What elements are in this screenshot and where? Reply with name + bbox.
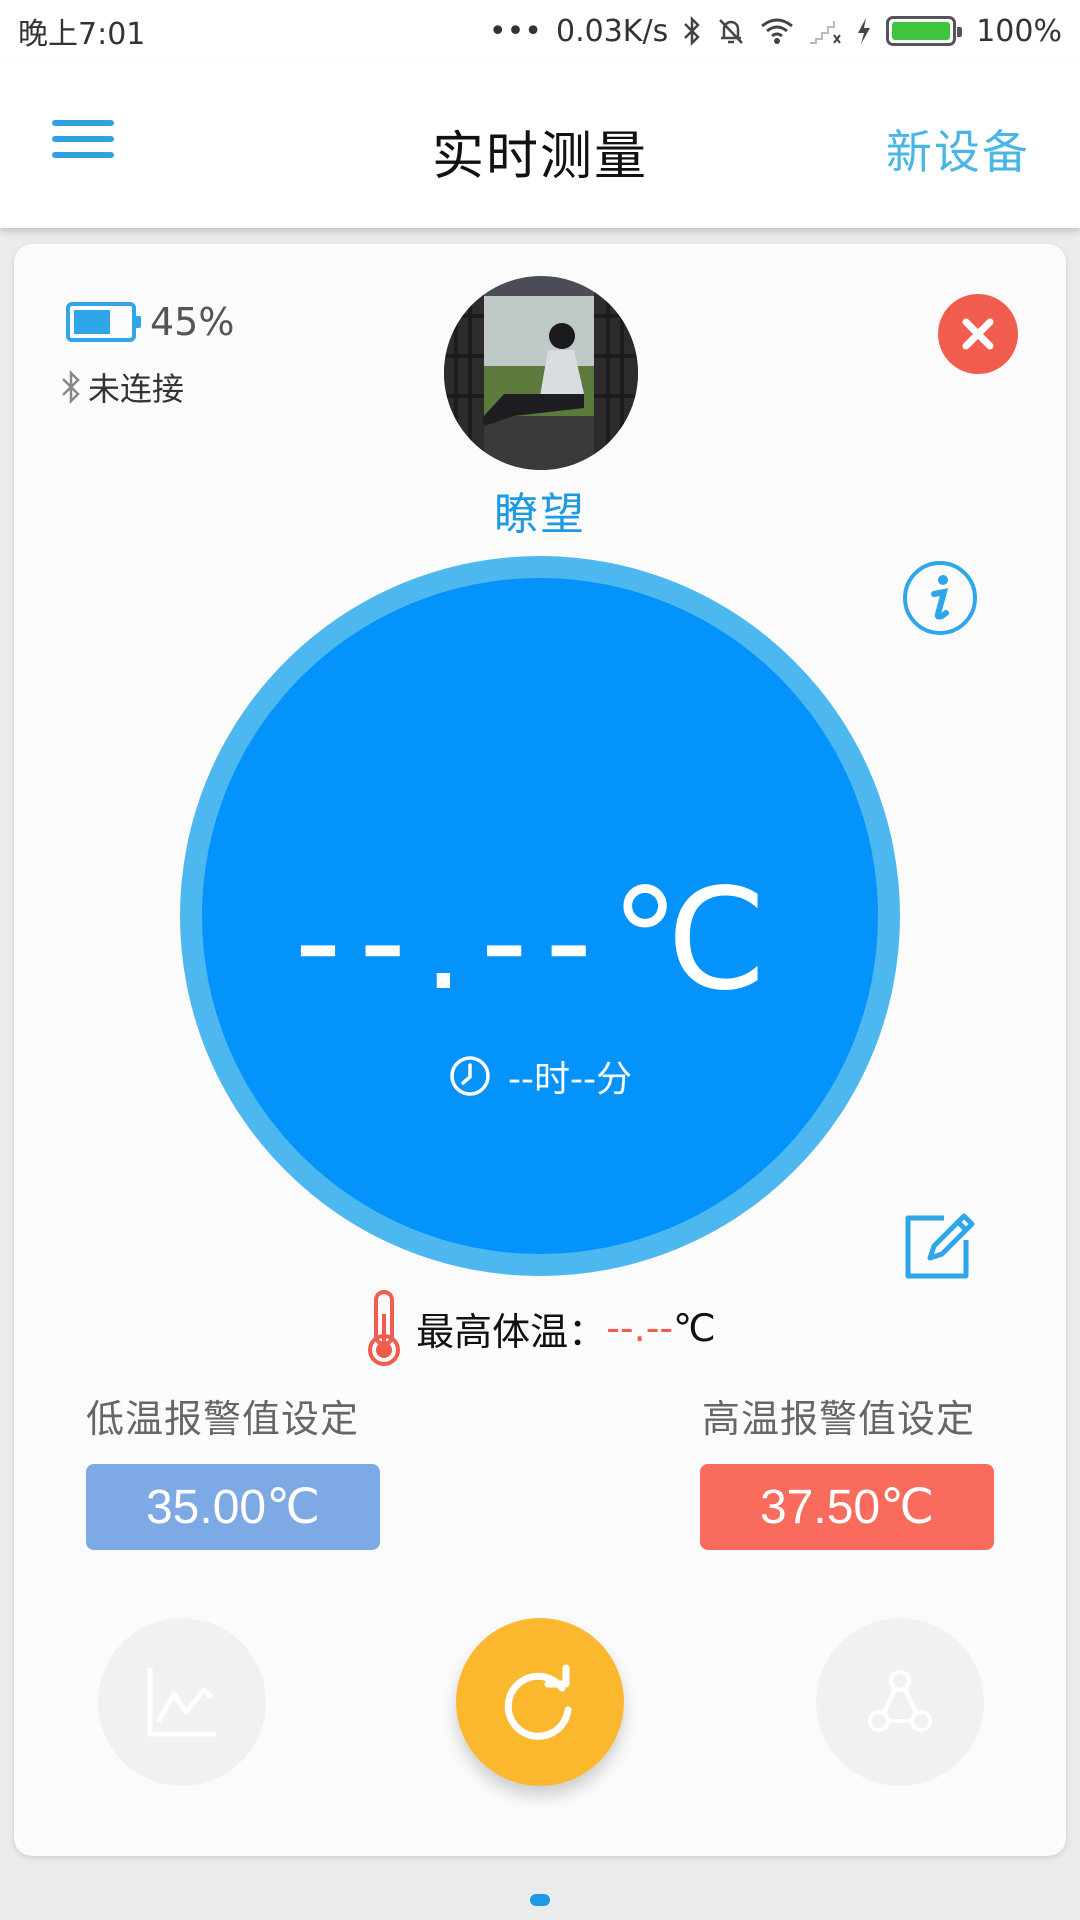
clock-icon bbox=[450, 1056, 490, 1096]
status-time: 晚上7:01 bbox=[18, 17, 146, 52]
info-button[interactable] bbox=[900, 558, 980, 638]
wifi-icon bbox=[760, 17, 794, 45]
temperature-dial-inner: --.--℃ --时--分 bbox=[202, 578, 878, 1254]
bluetooth-icon bbox=[62, 369, 80, 405]
low-alarm-label: 低温报警值设定 bbox=[86, 1397, 360, 1441]
status-battery-pct: 100% bbox=[976, 13, 1062, 49]
refresh-icon bbox=[504, 1664, 572, 1740]
edit-icon bbox=[905, 1213, 975, 1279]
max-temperature-unit: ℃ bbox=[673, 1306, 716, 1350]
user-name: 瞭望 bbox=[494, 489, 586, 540]
max-temperature-label: 最高体温： bbox=[416, 1309, 607, 1354]
bluetooth-icon bbox=[682, 16, 702, 46]
device-battery-pct: 45% bbox=[150, 300, 235, 344]
max-temperature: 最高体温： --.-- ℃ bbox=[14, 1288, 1066, 1368]
mute-bell-icon bbox=[716, 16, 746, 46]
low-alarm-value-button[interactable]: 35.00℃ bbox=[86, 1464, 380, 1550]
status-battery-icon bbox=[886, 16, 963, 46]
network-speed: 0.03K/s bbox=[556, 13, 669, 49]
chart-button[interactable] bbox=[98, 1618, 266, 1786]
device-battery: 45% bbox=[66, 300, 234, 344]
share-icon bbox=[868, 1670, 932, 1732]
thermometer-icon bbox=[368, 1290, 401, 1366]
share-button[interactable] bbox=[816, 1618, 984, 1786]
more-dots-icon: ••• bbox=[488, 13, 542, 49]
high-alarm-value-button[interactable]: 37.50℃ bbox=[700, 1464, 994, 1550]
charging-icon bbox=[856, 17, 872, 45]
measurement-card: 45% 未连接 瞭望 --.--℃ --时--分 最高体温： --.-- ℃ 低… bbox=[14, 244, 1066, 1856]
status-bar: 晚上7:01 ••• 0.03K/s 100% bbox=[0, 0, 1080, 62]
avatar[interactable] bbox=[444, 276, 638, 470]
high-alarm-label: 高温报警值设定 bbox=[702, 1397, 976, 1441]
app-bar: 实时测量 新设备 bbox=[0, 62, 1080, 228]
new-device-button[interactable]: 新设备 bbox=[886, 116, 1030, 182]
temperature-reading: --.--℃ bbox=[294, 861, 786, 1018]
page-indicator bbox=[530, 1894, 550, 1906]
measurement-time: --时--分 bbox=[202, 1050, 878, 1102]
info-icon bbox=[903, 561, 977, 635]
bluetooth-status: 未连接 bbox=[60, 364, 184, 410]
edit-button[interactable] bbox=[898, 1206, 978, 1286]
status-icons: ••• 0.03K/s 100% bbox=[489, 14, 1062, 49]
chart-icon bbox=[147, 1668, 216, 1737]
measurement-time-text: --时--分 bbox=[508, 1059, 632, 1100]
close-button[interactable] bbox=[938, 294, 1018, 374]
signal-icon bbox=[808, 17, 842, 45]
temperature-dial: --.--℃ --时--分 bbox=[180, 556, 900, 1276]
close-icon bbox=[962, 318, 994, 350]
max-temperature-value: --.-- bbox=[606, 1306, 674, 1350]
battery-icon bbox=[66, 302, 141, 342]
bluetooth-status-text: 未连接 bbox=[88, 370, 185, 408]
refresh-button[interactable] bbox=[456, 1618, 624, 1786]
